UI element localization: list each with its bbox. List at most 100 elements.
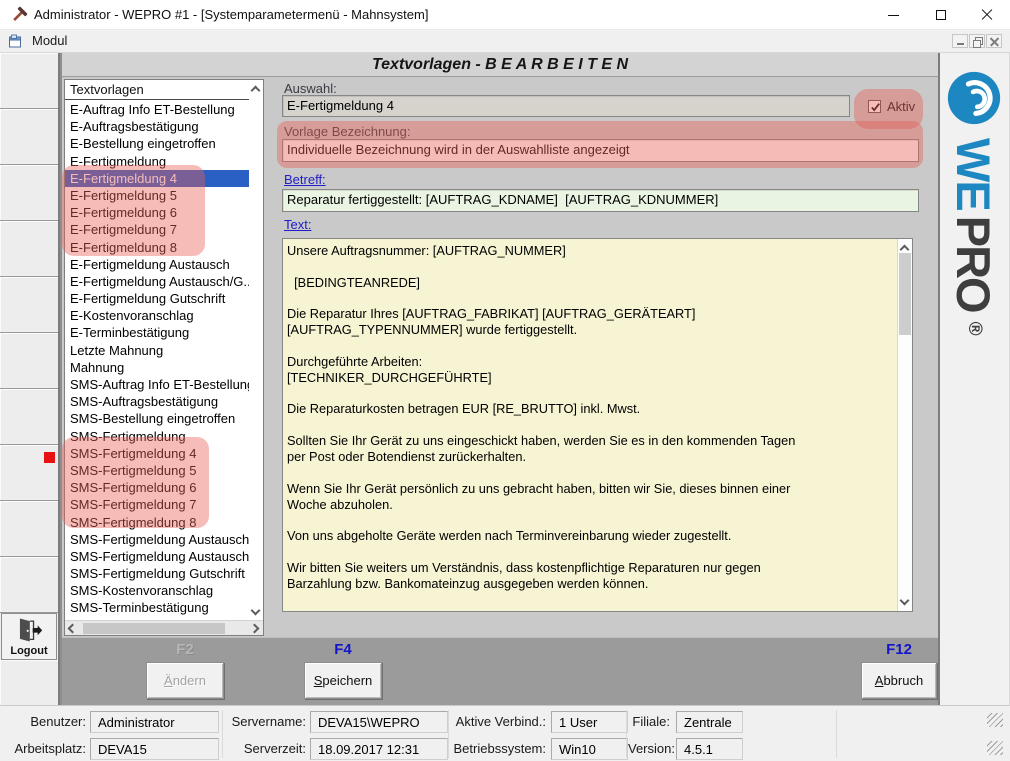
logo-we-text: WE: [947, 138, 1002, 210]
speichern-button[interactable]: Speichern: [304, 662, 382, 699]
arbeitsplatz-label: Arbeitsplatz:: [6, 738, 86, 760]
statusbar-separator: [836, 710, 837, 758]
list-item[interactable]: E-Auftragsbestätigung: [65, 118, 251, 135]
text-content[interactable]: Unsere Auftragsnummer: [AUFTRAG_NUMMER] …: [287, 243, 883, 592]
mdi-close-icon: [990, 37, 999, 46]
list-item[interactable]: E-Fertigmeldung Austausch/G..: [65, 273, 251, 290]
list-vertical-scrollbar[interactable]: [249, 80, 263, 620]
window-minimize-button[interactable]: [871, 0, 916, 30]
aendern-button[interactable]: Ändern: [146, 662, 224, 699]
toolbar-slot[interactable]: [0, 333, 58, 389]
arbeitsplatz-value: DEVA15: [90, 738, 219, 760]
titlebar: Administrator - WEPRO #1 - [Systemparame…: [0, 0, 1010, 30]
highlight-annotation-vorlage: [277, 121, 923, 168]
betriebssystem-value: Win10: [551, 738, 628, 760]
betreff-field[interactable]: Reparatur fertiggestellt: [AUFTRAG_KDNAM…: [282, 189, 919, 212]
action-bar: F2 Ändern F4 Speichern F12 Abbruch: [62, 637, 938, 705]
betreff-label[interactable]: Betreff:: [284, 172, 326, 187]
logout-door-icon: [14, 616, 44, 644]
auswahl-field[interactable]: E-Fertigmeldung 4: [282, 95, 850, 117]
toolbar-slot[interactable]: [0, 53, 58, 109]
abbruch-button[interactable]: Abbruch: [861, 662, 937, 699]
modul-form-icon: [8, 34, 23, 49]
serverzeit-value: 18.09.2017 12:31: [310, 738, 448, 760]
scroll-up-icon[interactable]: [251, 86, 261, 96]
scroll-left-icon[interactable]: [68, 624, 78, 634]
list-item[interactable]: E-Kostenvoranschlag: [65, 307, 251, 324]
list-header: Textvorlagen: [65, 80, 249, 100]
abbruch-label: Abbruch: [875, 673, 923, 688]
serverzeit-label: Serverzeit:: [224, 738, 306, 760]
mdi-close-button[interactable]: [986, 34, 1002, 48]
statusbar-separator: [626, 710, 627, 758]
scrollbar-thumb[interactable]: [83, 623, 225, 634]
hammer-app-icon: [10, 6, 28, 24]
text-editor[interactable]: Unsere Auftragsnummer: [AUFTRAG_NUMMER] …: [282, 238, 913, 612]
list-item[interactable]: SMS-Auftragsbestätigung: [65, 393, 251, 410]
maximize-icon: [936, 10, 946, 20]
list-item[interactable]: Letzte Mahnung: [65, 342, 251, 359]
scroll-down-icon[interactable]: [251, 606, 261, 616]
scrollbar-thumb[interactable]: [899, 253, 911, 335]
text-label[interactable]: Text:: [284, 217, 311, 232]
resize-grip[interactable]: [987, 713, 1003, 727]
close-icon: [981, 9, 993, 21]
benutzer-value: Administrator: [90, 711, 219, 733]
toolbar-slot: [0, 660, 58, 705]
scroll-down-icon[interactable]: [900, 596, 910, 606]
menu-modul[interactable]: Modul: [28, 30, 71, 52]
panel-title-strip: Textvorlagen - B E A R B E I T E N: [62, 53, 938, 77]
logout-button[interactable]: Logout: [1, 613, 57, 660]
list-item[interactable]: E-Fertigmeldung Gutschrift: [65, 290, 251, 307]
verbindungen-label: Aktive Verbind.:: [450, 711, 546, 733]
scroll-right-icon[interactable]: [250, 624, 260, 634]
list-item[interactable]: E-Auftrag Info ET-Bestellung: [65, 101, 251, 118]
page-title: Textvorlagen - B E A R B E I T E N: [372, 53, 628, 76]
mdi-restore-button[interactable]: [969, 34, 985, 48]
list-item[interactable]: SMS-Terminbestätigung: [65, 599, 251, 616]
benutzer-label: Benutzer:: [6, 711, 86, 733]
mdi-minimize-icon: [957, 43, 964, 45]
wepro-swirl-icon: [946, 70, 1002, 126]
toolbar-slot[interactable]: [0, 277, 58, 333]
list-item[interactable]: SMS-Fertigmeldung Gutschrift: [65, 565, 251, 582]
toolbar-slot[interactable]: [0, 221, 58, 277]
version-label: Version:: [628, 738, 670, 760]
highlight-annotation-sms-fertigmeldung: [62, 437, 209, 528]
wepro-logo: WE PRO ®: [944, 70, 1004, 415]
toolbar-slot[interactable]: [0, 389, 58, 445]
servername-value: DEVA15\WEPRO: [310, 711, 448, 733]
list-item[interactable]: E-Terminbestätigung: [65, 324, 251, 341]
aendern-label: Ändern: [164, 673, 206, 688]
menubar: Modul: [0, 30, 1010, 53]
resize-grip[interactable]: [987, 741, 1003, 755]
highlight-annotation-e-fertigmeldung: [62, 165, 205, 256]
window-maximize-button[interactable]: [918, 0, 963, 30]
toolbar-slot[interactable]: [0, 109, 58, 165]
list-item[interactable]: SMS-Auftrag Info ET-Bestellung: [65, 376, 251, 393]
window-title: Administrator - WEPRO #1 - [Systemparame…: [34, 0, 428, 30]
toolbar-slot[interactable]: [0, 501, 58, 557]
list-item[interactable]: E-Fertigmeldung Austausch: [65, 256, 251, 273]
filiale-value: Zentrale: [676, 711, 743, 733]
text-vertical-scrollbar[interactable]: [897, 239, 912, 611]
toolbar-slot[interactable]: [0, 165, 58, 221]
toolbar-slot[interactable]: [0, 557, 58, 613]
list-item[interactable]: Mahnung: [65, 359, 251, 376]
speichern-label: Speichern: [314, 673, 373, 688]
mdi-minimize-button[interactable]: [952, 34, 968, 48]
version-value: 4.5.1: [676, 738, 743, 760]
f12-key-label: F12: [859, 641, 939, 658]
list-item[interactable]: SMS-Kostenvoranschlag: [65, 582, 251, 599]
list-item[interactable]: E-Bestellung eingetroffen: [65, 135, 251, 152]
window-close-button[interactable]: [964, 0, 1009, 30]
logo-registered-mark: ®: [963, 322, 985, 336]
red-notification-square: [44, 452, 55, 463]
list-item[interactable]: SMS-Bestellung eingetroffen: [65, 410, 251, 427]
list-item[interactable]: SMS-Fertigmeldung Austausch: [65, 548, 251, 565]
list-item[interactable]: SMS-Fertigmeldung Austausch: [65, 531, 251, 548]
left-toolbar: Logout: [0, 53, 60, 705]
app-window: { "titlebar": { "title": "Administrator …: [0, 0, 1010, 761]
minimize-icon: [888, 15, 899, 16]
list-horizontal-scrollbar[interactable]: [65, 620, 263, 635]
